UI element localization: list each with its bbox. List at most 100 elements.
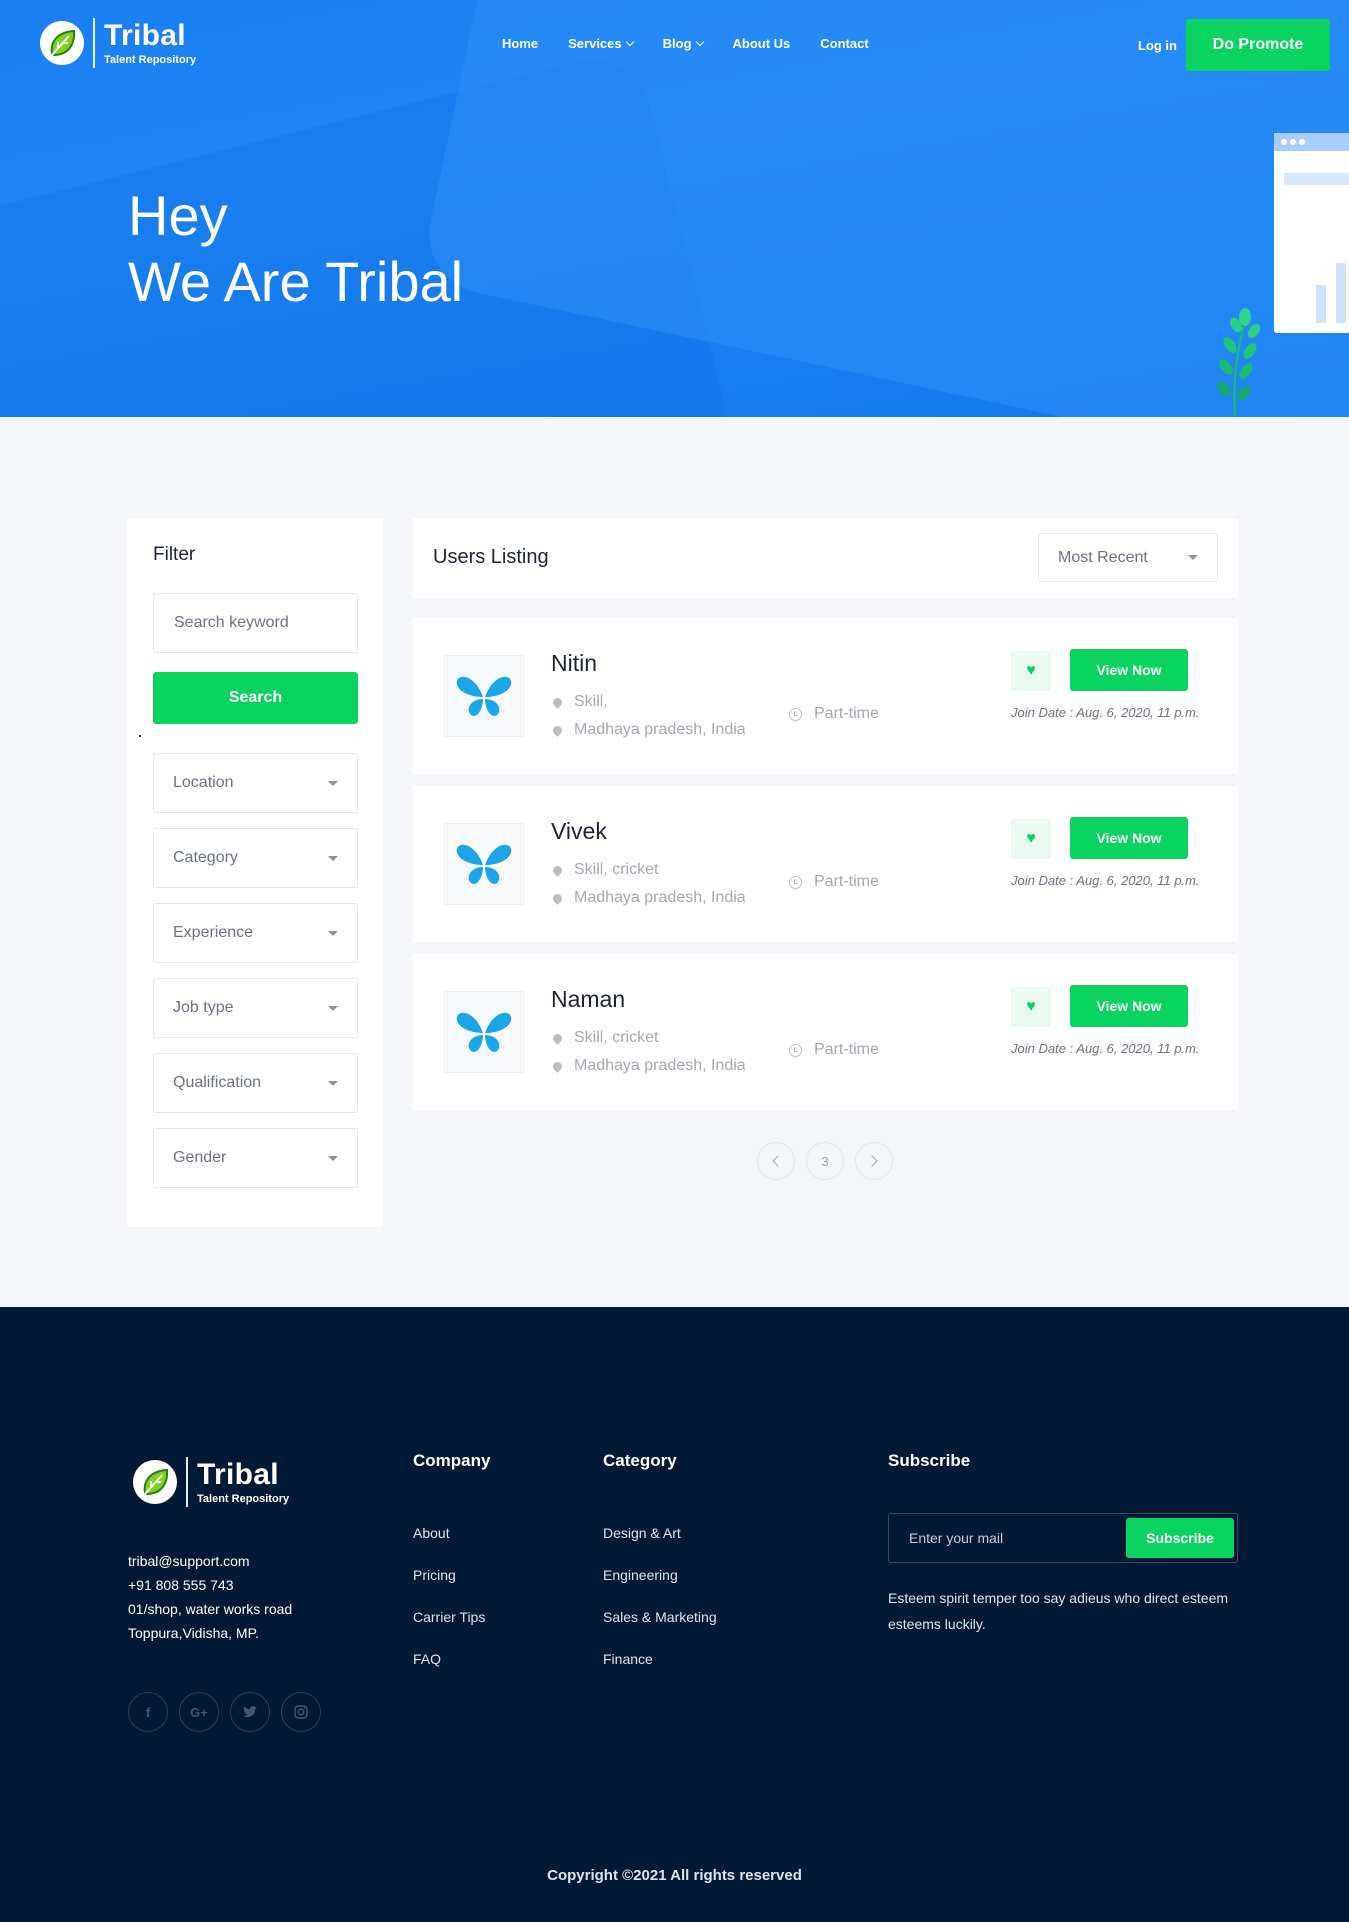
chevron-right-icon <box>866 1155 878 1167</box>
join-date: Join Date : Aug. 6, 2020, 11 p.m. <box>1011 1041 1200 1056</box>
user-skill: Skill, cricket <box>551 861 658 879</box>
user-location: Madhaya pradesh, India <box>551 1057 746 1075</box>
footer-link-design-art[interactable]: Design & Art <box>603 1525 681 1541</box>
search-button[interactable]: Search <box>153 672 358 724</box>
experience-select-label: Experience <box>173 924 254 941</box>
listing-header: Users Listing Most Recent <box>413 518 1238 598</box>
map-pin-icon <box>551 695 564 709</box>
subscribe-email-input[interactable] <box>889 1514 1119 1562</box>
category-select[interactable]: Category <box>153 828 358 888</box>
butterfly-icon <box>456 1012 512 1052</box>
contact-phone: +91 808 555 743 <box>128 1577 234 1593</box>
footer-contact: tribal@support.com +91 808 555 743 01/sh… <box>128 1549 292 1645</box>
user-card: Naman Skill, cricket Madhaya pradesh, In… <box>413 954 1238 1110</box>
user-job-type-text: Part-time <box>814 705 879 722</box>
subscribe-description: Esteem spirit temper too say adieus who … <box>888 1590 1229 1632</box>
gender-select[interactable]: Gender <box>153 1128 358 1188</box>
stray-dot <box>139 735 141 737</box>
join-date: Join Date : Aug. 6, 2020, 11 p.m. <box>1011 705 1200 720</box>
prev-page-button[interactable] <box>757 1142 795 1180</box>
user-location-text: Madhaya pradesh, India <box>574 721 746 738</box>
butterfly-icon <box>456 676 512 716</box>
footer-link-about[interactable]: About <box>413 1525 450 1541</box>
view-now-button[interactable]: View Now <box>1070 985 1188 1027</box>
user-job-type-text: Part-time <box>814 873 879 890</box>
user-location-text: Madhaya pradesh, India <box>574 889 746 906</box>
logo-text: Tribal Talent Repository <box>197 1457 290 1505</box>
logo-text: Tribal Talent Repository <box>104 20 196 66</box>
footer-link-sales-marketing[interactable]: Sales & Marketing <box>603 1609 717 1625</box>
subscribe-heading: Subscribe <box>888 1451 971 1470</box>
caret-down-icon <box>328 780 338 786</box>
map-pin-icon <box>551 723 564 737</box>
location-select[interactable]: Location <box>153 753 358 813</box>
sort-select-label: Most Recent <box>1058 548 1148 566</box>
search-keyword-input[interactable] <box>153 593 358 653</box>
brand-logo[interactable]: Tribal Talent Repository <box>40 18 196 68</box>
nav-home[interactable]: Home <box>502 36 538 51</box>
footer-link-engineering[interactable]: Engineering <box>603 1567 678 1583</box>
clock-icon <box>789 707 802 721</box>
clock-icon <box>789 1043 802 1057</box>
location-select-label: Location <box>173 774 234 791</box>
copyright-text: Copyright ©2021 All rights reserved <box>547 1867 802 1884</box>
caret-down-icon <box>1188 555 1198 560</box>
caret-down-icon <box>328 1080 338 1086</box>
footer-link-finance[interactable]: Finance <box>603 1651 653 1667</box>
do-promote-button[interactable]: Do Promote <box>1186 19 1330 71</box>
footer-brand-logo[interactable]: Tribal Talent Repository <box>133 1457 289 1507</box>
job-type-select-label: Job type <box>173 999 234 1016</box>
instagram-icon[interactable] <box>281 1692 321 1732</box>
google-plus-icon[interactable]: G+ <box>179 1692 219 1732</box>
brand-name: Tribal <box>197 1457 279 1491</box>
login-link[interactable]: Log in <box>1138 38 1177 53</box>
hero-heading: Hey We Are Tribal <box>128 183 463 315</box>
map-pin-icon <box>551 1059 564 1073</box>
main-nav: Home Services Blog About Us Contact <box>502 36 899 51</box>
heart-icon[interactable]: ♥ <box>1011 987 1051 1027</box>
subscribe-form: Subscribe <box>888 1513 1238 1563</box>
company-heading: Company <box>413 1451 491 1470</box>
user-skill: Skill, <box>551 693 608 711</box>
map-pin-icon <box>551 863 564 877</box>
category-heading: Category <box>603 1451 677 1470</box>
footer-link-faq[interactable]: FAQ <box>413 1651 441 1667</box>
nav-contact-label: Contact <box>820 36 869 51</box>
brand-tagline: Talent Repository <box>197 1492 290 1505</box>
page-number[interactable]: 3 <box>806 1142 844 1180</box>
logo-divider <box>93 18 95 68</box>
nav-contact[interactable]: Contact <box>820 36 868 51</box>
plant-illustration <box>1217 308 1261 417</box>
experience-select[interactable]: Experience <box>153 903 358 963</box>
butterfly-icon <box>456 844 512 884</box>
view-now-button[interactable]: View Now <box>1070 649 1188 691</box>
footer-link-pricing[interactable]: Pricing <box>413 1567 456 1583</box>
caret-down-icon <box>328 930 338 936</box>
twitter-icon[interactable] <box>230 1692 270 1732</box>
next-page-button[interactable] <box>855 1142 893 1180</box>
user-skill-text: Skill, cricket <box>574 1029 659 1046</box>
filter-panel: Filter Search Location Category Experien… <box>127 518 383 1227</box>
view-now-button[interactable]: View Now <box>1070 817 1188 859</box>
nav-services[interactable]: Services <box>568 36 634 51</box>
listing-title: Users Listing <box>433 546 549 568</box>
heart-icon[interactable]: ♥ <box>1011 651 1051 691</box>
caret-down-icon <box>328 1155 338 1161</box>
qualification-select[interactable]: Qualification <box>153 1053 358 1113</box>
nav-blog[interactable]: Blog <box>663 36 704 51</box>
nav-services-label: Services <box>568 36 622 51</box>
chevron-left-icon <box>772 1155 784 1167</box>
heart-icon[interactable]: ♥ <box>1011 819 1051 859</box>
job-type-select[interactable]: Job type <box>153 978 358 1038</box>
subscribe-button[interactable]: Subscribe <box>1126 1518 1234 1558</box>
user-name: Vivek <box>551 818 607 844</box>
nav-about[interactable]: About Us <box>733 36 791 51</box>
map-pin-icon <box>551 891 564 905</box>
facebook-icon[interactable]: f <box>128 1692 168 1732</box>
footer-link-carrier-tips[interactable]: Carrier Tips <box>413 1609 485 1625</box>
clock-icon <box>789 875 802 889</box>
sort-select[interactable]: Most Recent <box>1038 533 1218 582</box>
caret-down-icon <box>328 1005 338 1011</box>
contact-address-1: 01/shop, water works road <box>128 1601 293 1617</box>
chevron-down-icon <box>695 37 704 46</box>
